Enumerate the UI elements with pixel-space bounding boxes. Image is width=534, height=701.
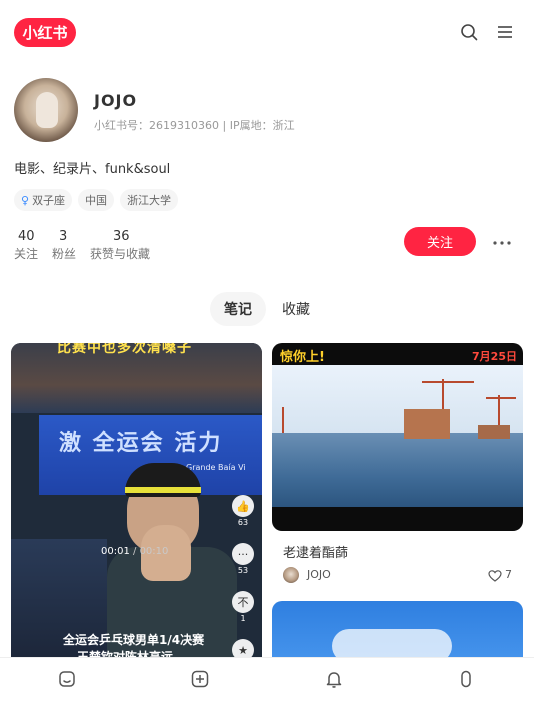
profile-tags: ♀ 双子座 中国 浙江大学 (14, 189, 179, 211)
video-timestamp: 00:01 / 00:10 (101, 546, 168, 557)
heart-icon[interactable] (488, 568, 502, 582)
note-meta: JOJO 7 (283, 566, 515, 586)
video-caption-line1: 全运会乒乓球男单1/4决赛 (63, 633, 205, 647)
time-total: 00:10 (139, 546, 169, 557)
image-overlay-title: 惊你上! (280, 350, 325, 365)
bio: 电影、纪录片、funk&soul (14, 162, 171, 177)
crane-arm (486, 397, 516, 399)
profile-icon[interactable] (456, 669, 476, 689)
tag-label: 浙江大学 (127, 194, 172, 207)
comment-count: 53 (237, 566, 249, 575)
dislike-count: 1 (240, 614, 246, 623)
tab-notes[interactable]: 笔记 (210, 292, 266, 326)
nickname: JOJO (94, 91, 138, 110)
avatar[interactable] (14, 78, 78, 142)
top-bar: 小红书 (0, 0, 534, 66)
video-overlay-title: 比赛中也多次清嗓子 (57, 343, 192, 356)
stat-number: 3 (59, 229, 68, 244)
stat-label: 粉丝 (52, 247, 77, 261)
more-icon[interactable] (491, 233, 513, 253)
ip-label: IP属地： (229, 119, 273, 132)
profile-meta: 小红书号：2619310360 | IP属地：浙江 (94, 117, 295, 133)
author-avatar[interactable] (283, 567, 299, 583)
banner-text: 激 全运会 活力 (59, 431, 223, 456)
stat-following[interactable]: 40 关注 (14, 229, 38, 263)
like-count: 7 (505, 568, 512, 581)
meta-separator: | (219, 119, 230, 132)
bottom-nav (0, 657, 534, 701)
dislike-button[interactable]: 不 1 (230, 591, 256, 623)
tag-zodiac: ♀ 双子座 (14, 189, 73, 211)
note-card-image[interactable]: 惊你上! 7月25日 (272, 343, 523, 531)
search-icon[interactable] (459, 22, 479, 42)
tag-label: 中国 (85, 194, 108, 207)
tab-collections[interactable]: 收藏 (268, 292, 324, 326)
tag-country: 中国 (78, 189, 115, 211)
stat-number: 36 (113, 229, 130, 244)
follow-button[interactable]: 关注 (404, 227, 476, 256)
gender-female-icon: ♀ (21, 193, 30, 207)
comment-icon: ··· (232, 543, 254, 565)
image-sky (272, 365, 523, 433)
stat-likes-collects[interactable]: 36 获赞与收藏 (90, 229, 150, 263)
notification-icon[interactable] (324, 669, 344, 689)
time-separator: / (129, 546, 140, 557)
dislike-icon: 不 (232, 591, 254, 613)
figure-headband (125, 487, 201, 493)
author-name[interactable]: JOJO (307, 568, 331, 581)
time-current: 00:01 (101, 546, 130, 557)
image-ruin (478, 425, 510, 439)
ip-location: 浙江 (272, 119, 295, 132)
note-card-video[interactable]: 比赛中也多次清嗓子 激 全运会 活力 Grande Baía Vi 00:01 … (11, 343, 262, 673)
image-water (272, 433, 523, 507)
thumb-up-icon: 👍 (232, 495, 254, 517)
stat-label: 获赞与收藏 (90, 247, 151, 261)
tag-school: 浙江大学 (120, 189, 179, 211)
red-id-label: 小红书号： (94, 119, 149, 132)
like-count: 63 (237, 518, 249, 527)
crane-arm (422, 381, 474, 383)
stat-label: 关注 (14, 247, 39, 261)
like-button[interactable]: 👍 63 (230, 495, 256, 527)
red-id: 2619310360 (149, 119, 219, 132)
menu-icon[interactable] (495, 22, 515, 42)
stat-followers[interactable]: 3 粉丝 (52, 229, 76, 263)
tag-label: 双子座 (32, 194, 66, 207)
stat-number: 40 (18, 229, 35, 244)
comment-button[interactable]: ··· 53 (230, 543, 256, 575)
image-ruin (404, 409, 450, 439)
image-overlay-date: 7月25日 (472, 350, 517, 363)
profile-stats: 40 关注 3 粉丝 36 获赞与收藏 (14, 229, 150, 263)
crane-mast (282, 407, 284, 433)
home-icon[interactable] (57, 669, 77, 689)
note-title[interactable]: 老逮着酯蒒 (283, 542, 348, 561)
content-tabs: 笔记 收藏 (0, 292, 534, 328)
app-logo[interactable]: 小红书 (14, 18, 76, 47)
add-icon[interactable] (190, 669, 210, 689)
